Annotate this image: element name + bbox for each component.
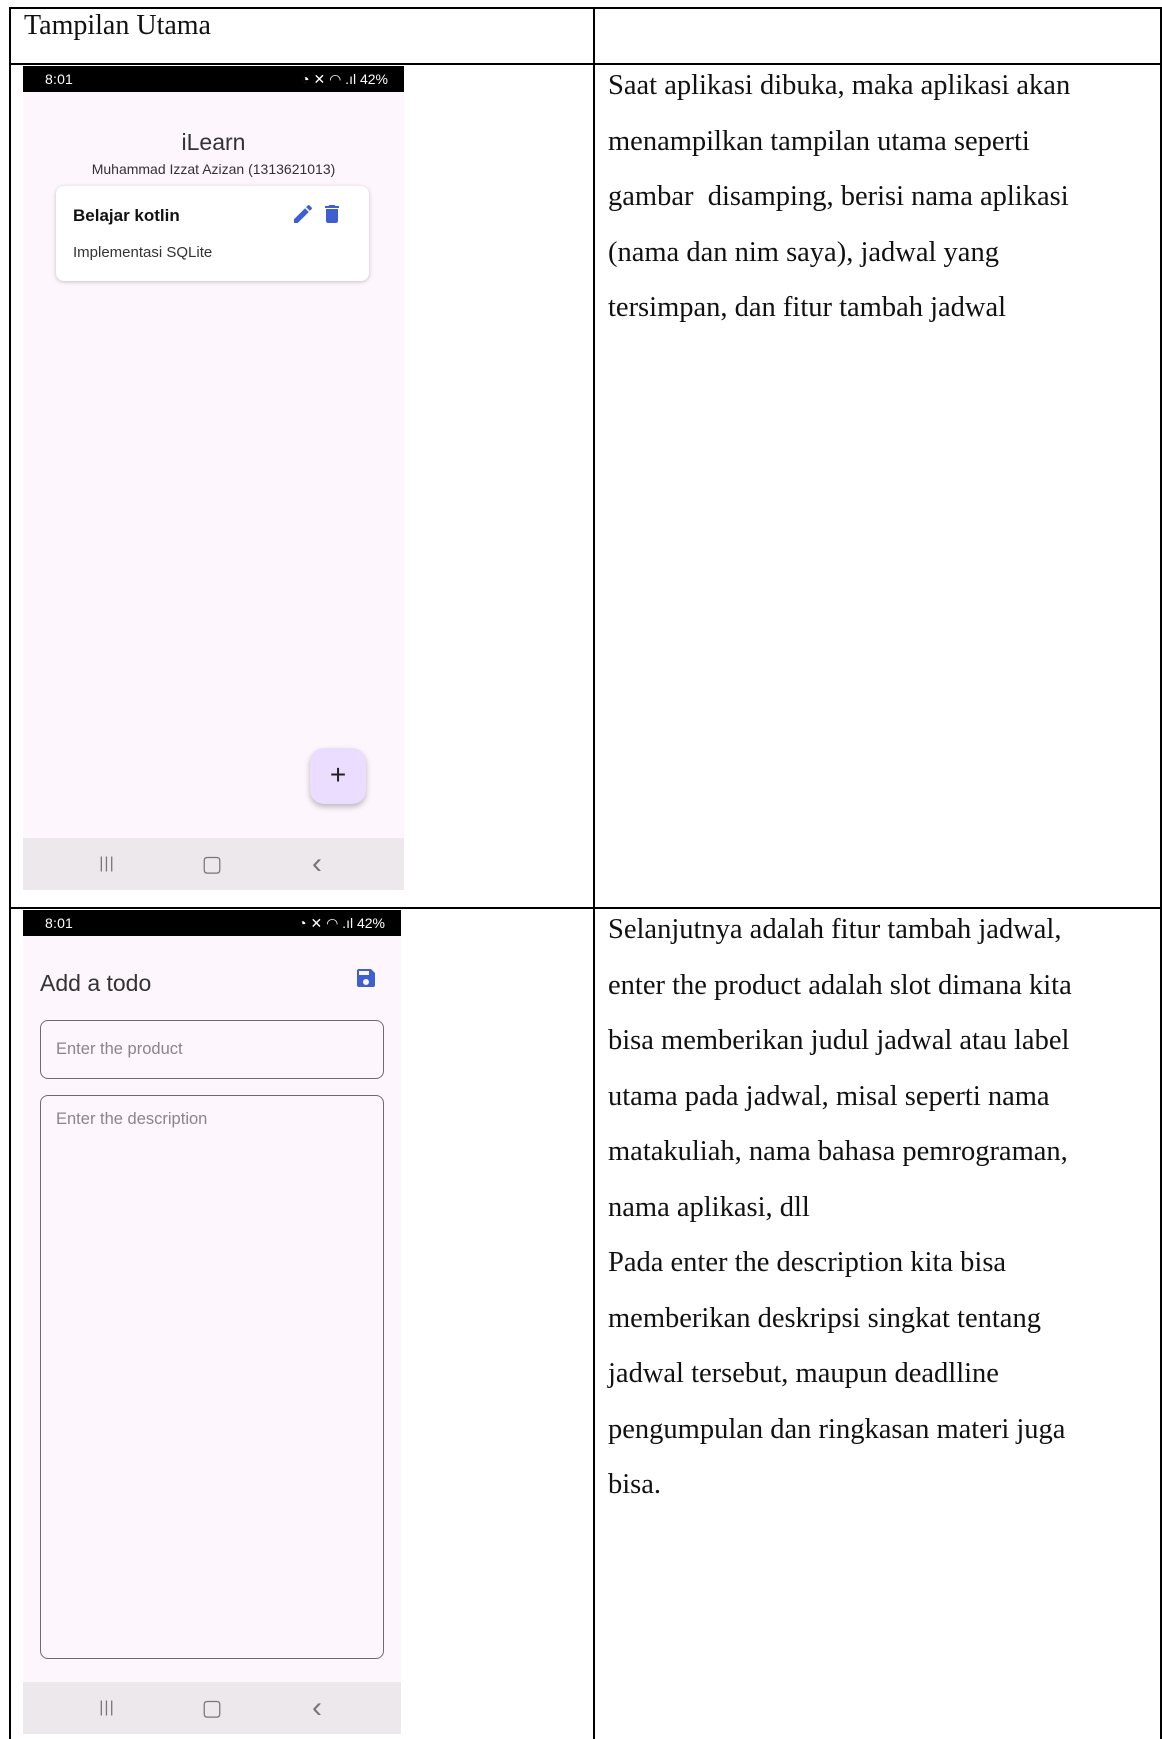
row2-line: enter the product adalah slot dimana kit… xyxy=(608,969,1072,1001)
row2-line: bisa. xyxy=(608,1469,662,1500)
status-time: 8:01 xyxy=(45,71,74,87)
recent-apps-icon[interactable]: ||| xyxy=(89,846,125,882)
app-subtitle: Muhammad Izzat Azizan (1313621013) xyxy=(91,161,336,177)
table-border-top xyxy=(9,7,1162,9)
android-nav-bar: ||| ▢ ‹ xyxy=(23,838,404,890)
table-column-divider xyxy=(593,7,595,1739)
phone-screenshot-main: 8:01 ◔ ✕ ◠ .ıl 42% iLearn Muhammad Izzat… xyxy=(23,66,404,890)
screen-title: Add a todo xyxy=(40,970,152,996)
row1-line: gambar disamping, berisi nama aplikasi xyxy=(608,181,1069,212)
home-icon[interactable]: ▢ xyxy=(194,1690,230,1726)
row2-line: memberikan deskripsi singkat tentang xyxy=(608,1302,1041,1334)
todo-card-title: Belajar kotlin xyxy=(73,206,180,225)
wifi-icon: ◔ ✕ ◠ .ıl xyxy=(298,915,357,931)
add-todo-fab[interactable]: + xyxy=(310,748,366,804)
edit-icon[interactable] xyxy=(291,202,317,228)
row2-line: Selanjutnya adalah fitur tambah jadwal, xyxy=(608,914,1062,945)
back-icon[interactable]: ‹ xyxy=(299,846,335,882)
table-header-cell: Tampilan Utama xyxy=(24,10,211,41)
row2-line: Pada enter the description kita bisa xyxy=(608,1247,1007,1278)
table-border-right xyxy=(1160,7,1162,1739)
battery-level: 42% xyxy=(359,71,388,87)
phone-screenshot-add-todo: 8:01 ◔ ✕ ◠ .ıl 42% Add a todo ||| ▢ ‹ xyxy=(23,910,401,1734)
row2-line: jadwal tersebut, maupun deadlline xyxy=(608,1358,999,1389)
row2-line: matakuliah, nama bahasa pemrograman, xyxy=(608,1136,1068,1167)
todo-card[interactable]: Belajar kotlin Implementasi SQLite xyxy=(56,186,369,281)
row1-line: menampilkan tampilan utama seperti xyxy=(608,125,1030,157)
table-border-left xyxy=(9,7,11,1739)
row2-line: utama pada jadwal, misal seperti nama xyxy=(608,1080,1050,1112)
home-icon[interactable]: ▢ xyxy=(194,846,230,882)
row2-description: Selanjutnya adalah fitur tambah jadwal, … xyxy=(608,902,1148,1513)
product-input[interactable] xyxy=(40,1020,384,1079)
android-nav-bar: ||| ▢ ‹ xyxy=(23,1682,401,1734)
row2-line: nama aplikasi, dll xyxy=(608,1191,810,1223)
back-icon[interactable]: ‹ xyxy=(299,1690,335,1726)
battery-level: 42% xyxy=(356,915,385,931)
row2-line: bisa memberikan judul jadwal atau label xyxy=(608,1025,1070,1056)
app-title: iLearn xyxy=(181,129,246,155)
row1-line: (nama dan nim saya), jadwal yang xyxy=(608,236,999,268)
wifi-icon: ◔ ✕ ◠ .ıl xyxy=(301,71,360,87)
row1-line: tersimpan, dan fitur tambah jadwal xyxy=(608,292,1007,323)
status-bar: 8:01 ◔ ✕ ◠ .ıl 42% xyxy=(23,66,404,92)
description-input[interactable] xyxy=(40,1095,384,1659)
status-time: 8:01 xyxy=(45,915,74,931)
delete-icon[interactable] xyxy=(320,202,346,228)
status-icons: ◔ ✕ ◠ .ıl 42% xyxy=(301,71,388,88)
save-icon[interactable] xyxy=(354,966,380,992)
recent-apps-icon[interactable]: ||| xyxy=(89,1690,125,1726)
status-icons: ◔ ✕ ◠ .ıl 42% xyxy=(298,915,385,932)
row2-line: pengumpulan dan ringkasan materi juga xyxy=(608,1413,1066,1445)
status-bar: 8:01 ◔ ✕ ◠ .ıl 42% xyxy=(23,910,401,936)
row1-description: Saat aplikasi dibuka, maka aplikasi akan… xyxy=(608,58,1148,336)
row1-line: Saat aplikasi dibuka, maka aplikasi akan xyxy=(608,70,1071,101)
todo-card-description: Implementasi SQLite xyxy=(73,244,213,261)
